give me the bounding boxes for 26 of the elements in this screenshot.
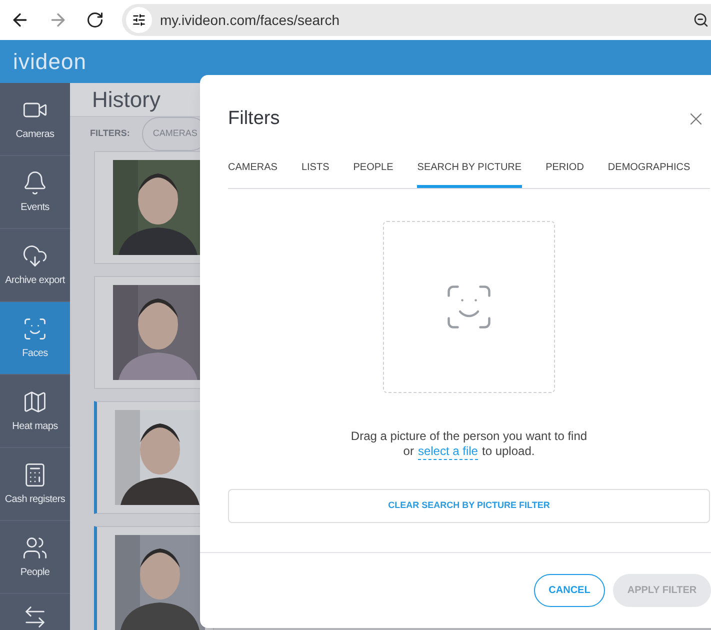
reload-icon[interactable] [86,11,104,29]
select-file-link[interactable]: select a file [418,444,478,460]
filter-tab[interactable]: DEMOGRAPHICS [608,160,690,188]
site-settings-icon[interactable] [132,13,146,27]
zoom-icon[interactable] [693,12,709,28]
people-icon [22,534,48,560]
dialog-title: Filters [228,107,280,131]
hint-text: to upload. [482,444,535,460]
hint-text: or [403,444,414,460]
filter-tab[interactable]: SEARCH BY PICTURE [417,160,522,188]
url-text: my.ivideon.com/faces/search [160,10,340,30]
page-title: History [92,86,160,114]
sidebar-item[interactable]: Faces [0,302,70,375]
address-bar[interactable]: my.ivideon.com/faces/search [122,4,711,36]
hint-text: Drag a picture of the person you want to find [350,428,588,444]
filters-label: FILTERS: [90,127,130,140]
cloud-download-icon [22,242,48,268]
clear-filter-button[interactable]: CLEAR SEARCH BY PICTURE FILTER [228,488,710,522]
filter-tab[interactable]: CAMERAS [228,160,278,188]
face-scan-icon [22,316,48,342]
filter-tab[interactable]: LISTS [301,160,330,188]
bell-icon [22,170,48,196]
filter-tab[interactable]: PEOPLE [353,160,394,188]
filter-tab[interactable]: PERIOD [546,160,584,188]
logo[interactable]: ivideon [13,45,87,78]
cancel-button[interactable]: CANCEL [534,574,605,606]
